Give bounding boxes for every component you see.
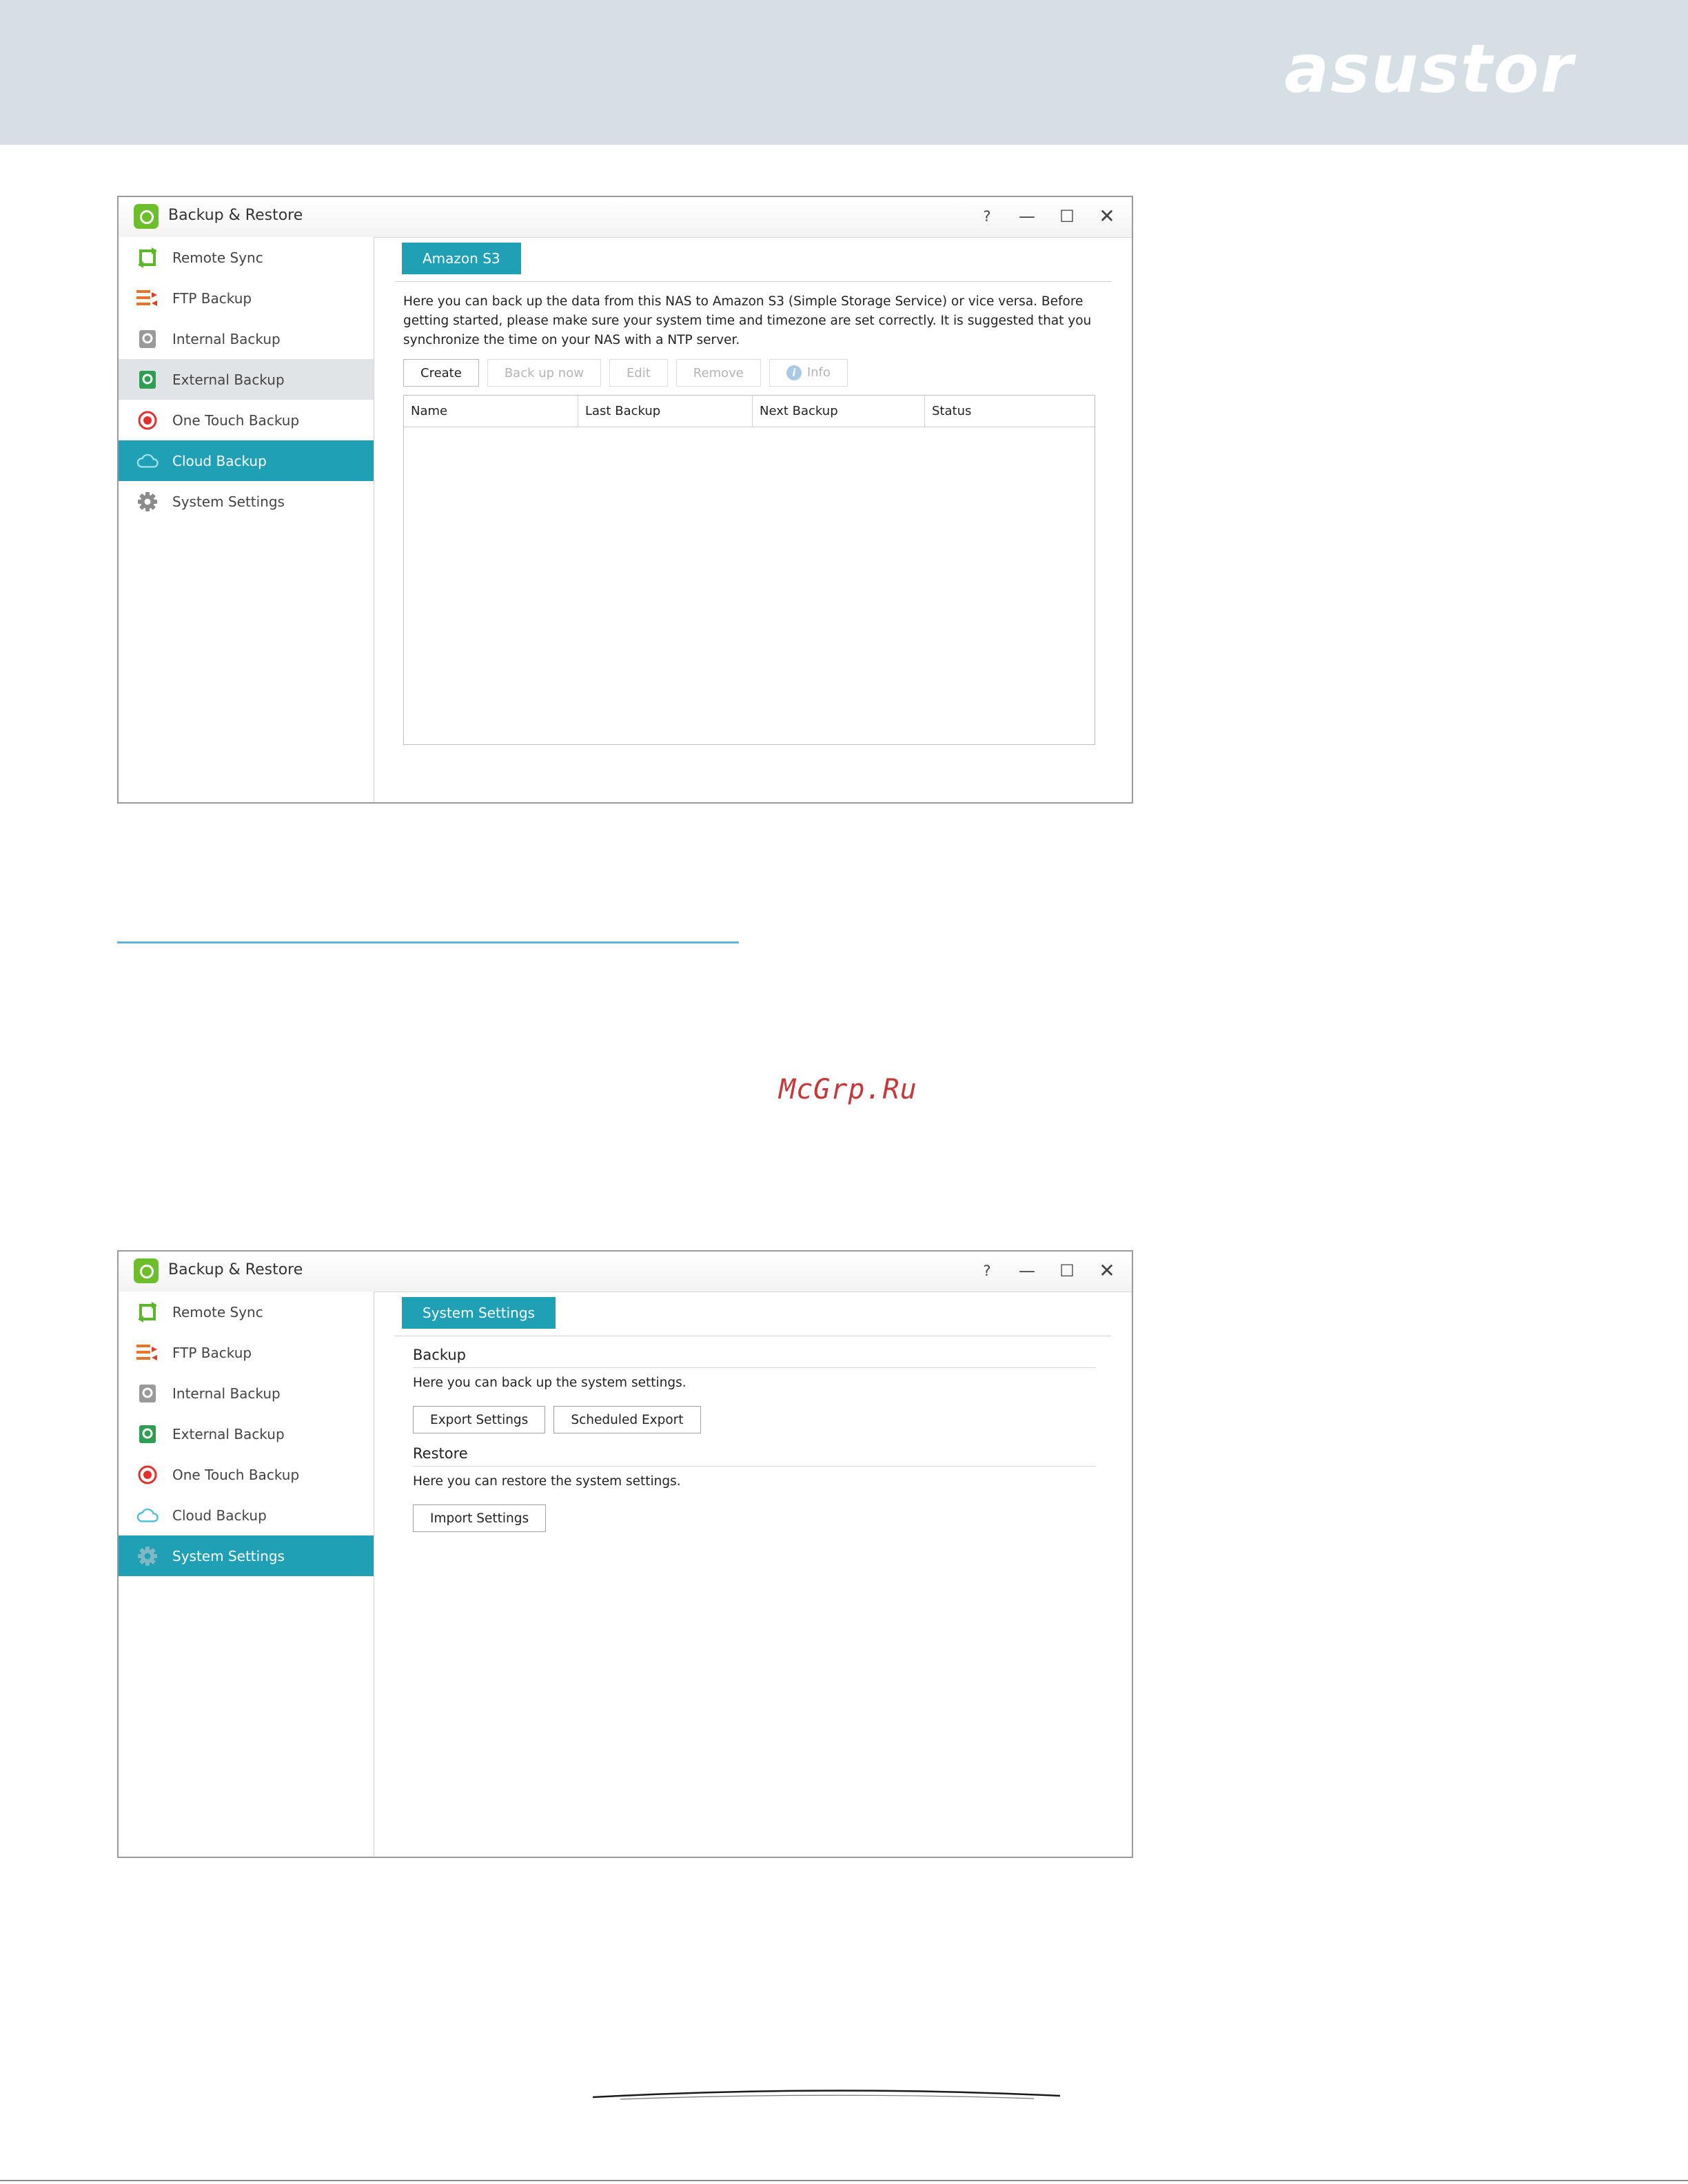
sidebar-item-label: Cloud Backup: [172, 452, 267, 469]
sidebar-item-label: Remote Sync: [172, 1303, 263, 1320]
sidebar-item-ftp-backup[interactable]: FTP Backup: [119, 278, 374, 318]
sidebar-item-internal-backup[interactable]: Internal Backup: [119, 318, 374, 359]
column-header-next-backup[interactable]: Next Backup: [753, 396, 925, 427]
remote-sync-icon: [136, 247, 159, 269]
scheduled-export-button[interactable]: Scheduled Export: [553, 1406, 701, 1433]
main-content: Amazon S3 Here you can back up the data …: [374, 237, 1132, 802]
one-touch-backup-icon: [136, 409, 159, 431]
sidebar-item-system-settings[interactable]: System Settings: [119, 481, 374, 522]
window-titlebar[interactable]: Backup & Restore ? — ☐ ✕: [119, 197, 1132, 238]
tab-amazon-s3[interactable]: Amazon S3: [402, 243, 521, 274]
tab-divider: [395, 281, 1111, 282]
backup-restore-window-cloud: Backup & Restore ? — ☐ ✕ Remote Sync FTP…: [117, 196, 1133, 804]
backup-restore-window-system-settings: Backup & Restore ? — ☐ ✕ Remote Sync FTP…: [117, 1250, 1133, 1858]
sidebar-item-internal-backup[interactable]: Internal Backup: [119, 1373, 374, 1414]
sidebar-item-label: FTP Backup: [172, 1344, 252, 1361]
footer-swoosh-decoration: [593, 2090, 1060, 2100]
ftp-backup-icon: [136, 1342, 159, 1364]
asustor-logo: asustor: [1284, 30, 1574, 108]
sidebar-item-remote-sync[interactable]: Remote Sync: [119, 237, 374, 278]
info-button[interactable]: i Info: [769, 359, 848, 387]
backup-section-description: Here you can back up the system settings…: [413, 1376, 687, 1390]
backup-section-title: Backup: [413, 1347, 466, 1363]
sidebar-item-label: System Settings: [172, 1547, 285, 1564]
backup-restore-app-icon: [134, 204, 159, 229]
gear-icon: [136, 1545, 159, 1567]
sidebar: Remote Sync FTP Backup Internal Backup E…: [119, 1292, 374, 1857]
restore-section-title: Restore: [413, 1445, 468, 1462]
table-header: Name Last Backup Next Backup Status: [404, 396, 1095, 427]
minimize-button[interactable]: —: [1013, 203, 1041, 230]
column-header-name[interactable]: Name: [404, 396, 578, 427]
sidebar: Remote Sync FTP Backup Internal Backup E…: [119, 237, 374, 802]
create-button[interactable]: Create: [403, 359, 479, 387]
sidebar-item-one-touch-backup[interactable]: One Touch Backup: [119, 400, 374, 440]
ftp-backup-icon: [136, 287, 159, 309]
back-up-now-button[interactable]: Back up now: [487, 359, 601, 387]
column-header-last-backup[interactable]: Last Backup: [578, 396, 753, 427]
info-icon: i: [786, 365, 802, 380]
sidebar-item-cloud-backup[interactable]: Cloud Backup: [119, 1495, 374, 1535]
sidebar-item-one-touch-backup[interactable]: One Touch Backup: [119, 1454, 374, 1495]
section-separator: [117, 941, 739, 943]
backup-buttons: Export Settings Scheduled Export: [413, 1406, 701, 1433]
sidebar-item-label: Cloud Backup: [172, 1507, 267, 1524]
backup-section-divider: [413, 1367, 1096, 1368]
sidebar-item-label: System Settings: [172, 493, 285, 510]
column-header-status[interactable]: Status: [925, 396, 1095, 427]
cloud-icon: [136, 450, 159, 472]
sidebar-item-cloud-backup[interactable]: Cloud Backup: [119, 440, 374, 481]
main-content: System Settings Backup Here you can back…: [374, 1292, 1132, 1857]
window-title: Backup & Restore: [168, 1261, 303, 1278]
import-settings-button[interactable]: Import Settings: [413, 1504, 547, 1532]
help-button[interactable]: ?: [973, 1257, 1001, 1285]
sidebar-item-label: External Backup: [172, 1425, 285, 1442]
edit-button[interactable]: Edit: [609, 359, 668, 387]
watermark-text: McGrp.Ru: [779, 1074, 917, 1105]
external-backup-icon: [136, 1423, 159, 1445]
remote-sync-icon: [136, 1301, 159, 1323]
close-button[interactable]: ✕: [1093, 1257, 1121, 1285]
restore-section-divider: [413, 1466, 1096, 1467]
footer-rule: [0, 2180, 1688, 2181]
cloud-icon: [136, 1504, 159, 1527]
restore-section-description: Here you can restore the system settings…: [413, 1474, 681, 1489]
restore-buttons: Import Settings: [413, 1504, 547, 1532]
maximize-button[interactable]: ☐: [1053, 1257, 1081, 1285]
gear-icon: [136, 491, 159, 513]
external-backup-icon: [136, 369, 159, 391]
internal-backup-icon: [136, 328, 159, 350]
remove-button[interactable]: Remove: [675, 359, 761, 387]
sidebar-item-label: Remote Sync: [172, 249, 263, 266]
sidebar-item-label: FTP Backup: [172, 289, 252, 307]
info-button-label: Info: [806, 365, 831, 380]
sidebar-item-remote-sync[interactable]: Remote Sync: [119, 1292, 374, 1332]
sidebar-item-external-backup[interactable]: External Backup: [119, 359, 374, 400]
backup-restore-app-icon: [134, 1258, 159, 1283]
backup-jobs-table: Name Last Backup Next Backup Status: [403, 395, 1095, 745]
sidebar-item-label: Internal Backup: [172, 330, 281, 347]
maximize-button[interactable]: ☐: [1053, 203, 1081, 230]
sidebar-item-external-backup[interactable]: External Backup: [119, 1414, 374, 1454]
sidebar-item-label: External Backup: [172, 371, 285, 388]
internal-backup-icon: [136, 1382, 159, 1405]
minimize-button[interactable]: —: [1013, 1257, 1041, 1285]
sidebar-item-system-settings[interactable]: System Settings: [119, 1535, 374, 1576]
toolbar: Create Back up now Edit Remove i Info: [403, 359, 848, 387]
close-button[interactable]: ✕: [1093, 203, 1121, 230]
tab-system-settings[interactable]: System Settings: [402, 1297, 556, 1329]
description-text: Here you can back up the data from this …: [403, 294, 1092, 347]
sidebar-item-label: One Touch Backup: [172, 1466, 300, 1483]
one-touch-backup-icon: [136, 1464, 159, 1486]
export-settings-button[interactable]: Export Settings: [413, 1406, 546, 1433]
sidebar-item-label: One Touch Backup: [172, 411, 300, 429]
window-titlebar[interactable]: Backup & Restore ? — ☐ ✕: [119, 1252, 1132, 1292]
window-title: Backup & Restore: [168, 207, 303, 224]
help-button[interactable]: ?: [973, 203, 1001, 230]
sidebar-item-ftp-backup[interactable]: FTP Backup: [119, 1332, 374, 1373]
sidebar-item-label: Internal Backup: [172, 1385, 281, 1402]
